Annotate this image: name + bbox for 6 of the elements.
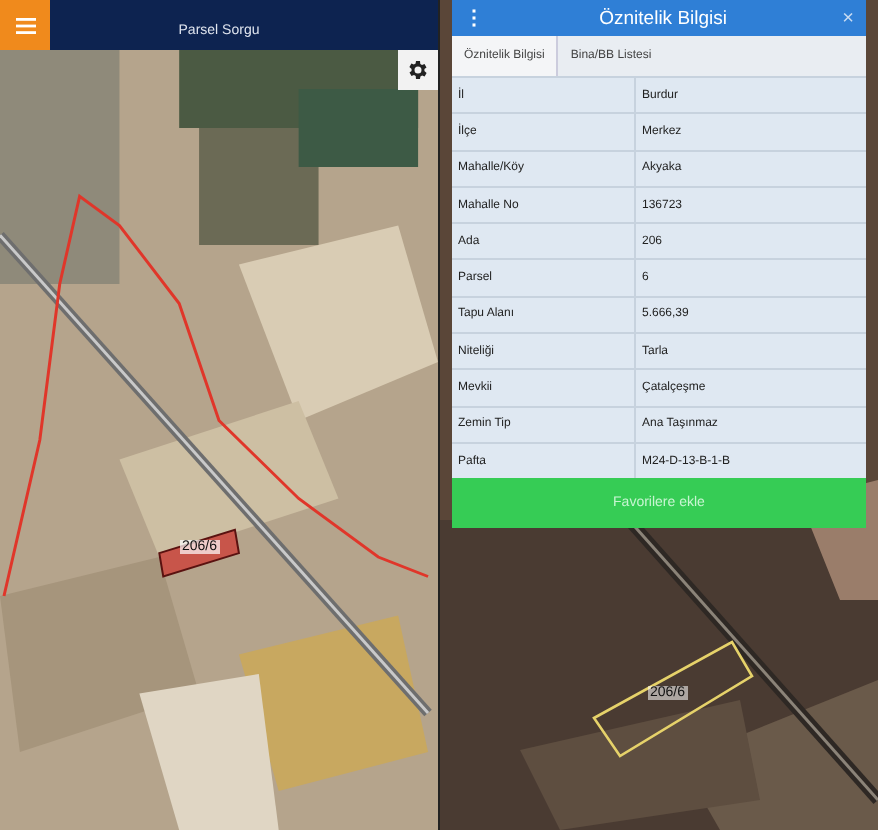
dialog-title: Öznitelik Bilgisi: [597, 7, 730, 29]
more-button[interactable]: ⋮: [460, 6, 488, 30]
menu-icon: [15, 17, 35, 33]
settings-icon: [406, 58, 430, 82]
settings-button[interactable]: [398, 50, 438, 90]
close-button[interactable]: ×: [838, 7, 858, 29]
